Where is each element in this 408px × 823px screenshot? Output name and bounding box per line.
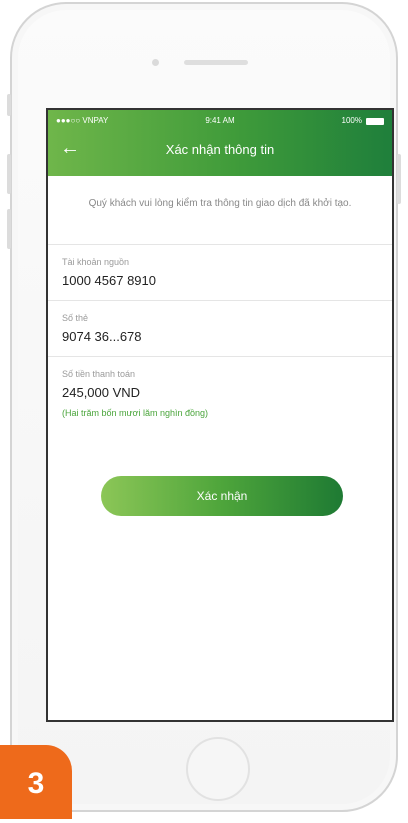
volume-down-button (7, 209, 11, 249)
status-bar: ●●●○○ VNPAY 9:41 AM 100% (48, 114, 392, 130)
amount-in-words: (Hai trăm bốn mươi lăm nghìn đồng) (62, 408, 208, 418)
app-header: ●●●○○ VNPAY 9:41 AM 100% ← Xác nhận thôn… (48, 110, 392, 176)
home-button[interactable] (186, 737, 250, 801)
clock: 9:41 AM (205, 116, 235, 125)
app-screen: ●●●○○ VNPAY 9:41 AM 100% ← Xác nhận thôn… (46, 108, 394, 722)
payment-amount-label: Số tiền thanh toán (62, 369, 136, 379)
source-account-row: Tài khoản nguồn 1000 4567 8910 (48, 244, 392, 300)
card-number-row: Số thẻ 9074 36...678 (48, 300, 392, 356)
instruction-text: Quý khách vui lòng kiểm tra thông tin gi… (88, 198, 352, 209)
earpiece-speaker (184, 60, 248, 65)
page-title: Xác nhận thông tin (165, 142, 275, 157)
battery-percent: 100% (341, 116, 362, 125)
card-number-label: Số thẻ (62, 313, 89, 323)
source-account-label: Tài khoản nguồn (62, 257, 130, 267)
payment-amount-value: 245,000 VND (62, 385, 141, 400)
volume-up-button (7, 154, 11, 194)
step-number-badge: 3 (0, 745, 72, 819)
power-button (397, 154, 401, 204)
payment-amount-row: Số tiền thanh toán 245,000 VND (Hai trăm… (48, 356, 392, 434)
source-account-value: 1000 4567 8910 (62, 273, 156, 288)
battery-icon (366, 118, 384, 125)
phone-frame: ●●●○○ VNPAY 9:41 AM 100% ← Xác nhận thôn… (7, 2, 401, 812)
mute-switch (7, 94, 11, 116)
card-number-value: 9074 36...678 (62, 329, 142, 344)
front-camera (152, 59, 159, 66)
confirm-button[interactable]: Xác nhận (101, 476, 343, 516)
